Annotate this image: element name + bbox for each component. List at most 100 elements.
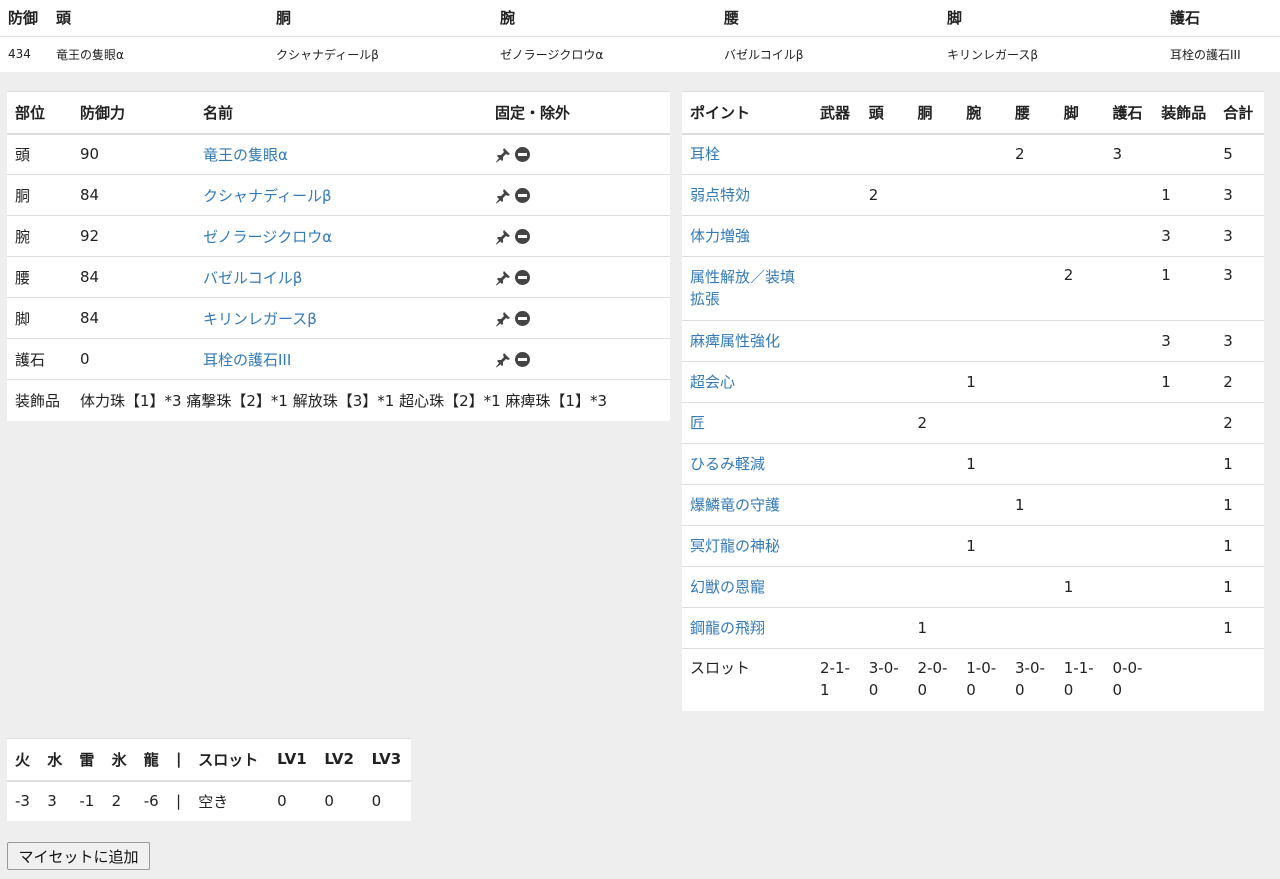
skill-point-cell [860, 566, 910, 608]
resistance-value-cell: -3 [15, 792, 30, 810]
equipment-defense: 92 [72, 215, 195, 257]
minus-circle-icon[interactable] [515, 229, 530, 244]
skill-point-cell [860, 525, 910, 567]
skill-point-cell: 1 [909, 607, 959, 649]
skill-point-cell [860, 443, 910, 485]
slot-cell: 1-1-0 [1055, 648, 1105, 711]
skill-point-cell: 1 [1215, 525, 1264, 567]
skill-name-link[interactable]: ひるみ軽減 [690, 455, 765, 473]
skill-name-cell: 属性解放／装填拡張 [682, 256, 812, 321]
skill-name-cell: 爆鱗竜の守護 [682, 484, 812, 526]
skill-name-link[interactable]: 超会心 [690, 373, 735, 391]
resistance-value-cell: 0 [324, 792, 334, 810]
skill-point-cell [1055, 361, 1105, 403]
skill-point-cell: 1 [958, 525, 1007, 567]
skill-point-cell [1104, 174, 1154, 216]
minus-circle-icon[interactable] [515, 147, 530, 163]
skill-point-cell [1104, 215, 1154, 257]
skill-name-link[interactable]: 冥灯龍の神秘 [690, 537, 780, 555]
resistance-value-cell: | [175, 792, 181, 810]
resistance-value-cell: 3 [47, 792, 57, 810]
minus-circle-icon[interactable] [515, 188, 530, 203]
add-to-myset-button[interactable]: マイセットに追加 [7, 842, 150, 870]
slot-cell: 3-0-0 [1007, 648, 1056, 711]
equipment-name-link[interactable]: ゼノラージクロウα [203, 228, 332, 246]
skill-point-cell: 5 [1215, 133, 1264, 175]
skill-point-cell [1153, 402, 1216, 444]
skill-point-cell [812, 133, 861, 175]
skill-name-link[interactable]: 弱点特効 [690, 186, 750, 204]
summary-leg: キリンレガースβ [947, 47, 1039, 62]
slot-label: スロット [682, 648, 812, 711]
resistance-value-cell: -1 [79, 792, 95, 810]
slot-cell [1153, 648, 1216, 711]
equipment-name-link[interactable]: 耳栓の護石III [203, 351, 291, 369]
equipment-name-link[interactable]: 竜王の隻眼α [203, 146, 288, 164]
pin-icon[interactable] [495, 311, 511, 327]
skill-point-cell [909, 443, 959, 485]
skill-point-cell: 2 [860, 174, 910, 216]
equipment-header-fix: 固定・除外 [487, 91, 670, 135]
skill-point-cell [909, 174, 959, 216]
equipment-name-link[interactable]: クシャナディールβ [203, 187, 332, 205]
skill-name-link[interactable]: 麻痺属性強化 [690, 332, 780, 350]
skill-point-cell [909, 525, 959, 567]
minus-circle-icon[interactable] [515, 270, 530, 285]
skill-point-cell [1007, 566, 1056, 608]
equipment-name-cell: ゼノラージクロウα [195, 215, 487, 257]
equipment-fix-cell [487, 297, 670, 339]
summary-header-head: 頭 [48, 0, 268, 37]
skill-name-link[interactable]: 匠 [690, 414, 705, 432]
pin-icon[interactable] [495, 229, 511, 245]
skill-row: 属性解放／装填拡張 2 1 3 [682, 256, 1264, 321]
pin-icon[interactable] [495, 188, 511, 204]
skill-point-cell: 3 [1215, 174, 1264, 216]
skill-point-cell [1104, 484, 1154, 526]
minus-circle-icon[interactable] [515, 311, 530, 326]
equipment-row: 腰 84 バゼルコイルβ [7, 256, 670, 298]
pin-icon[interactable] [495, 352, 511, 368]
skill-header-cell: 頭 [860, 91, 910, 135]
equipment-row: 護石 0 耳栓の護石III [7, 338, 670, 380]
equipment-row: 脚 84 キリンレガースβ [7, 297, 670, 339]
summary-header-leg: 脚 [939, 0, 1162, 37]
skill-point-cell [812, 443, 861, 485]
skill-header-cell: 腕 [958, 91, 1007, 135]
skill-point-cell [860, 133, 910, 175]
skill-name-link[interactable]: 爆鱗竜の守護 [690, 496, 780, 514]
equipment-name-cell: バゼルコイルβ [195, 256, 487, 298]
skill-point-cell: 1 [1215, 566, 1264, 608]
equipment-name-link[interactable]: キリンレガースβ [203, 310, 317, 328]
skill-row: 超会心 1 1 2 [682, 361, 1264, 403]
skill-name-link[interactable]: 鋼龍の飛翔 [690, 619, 765, 637]
skill-name-link[interactable]: 体力増強 [690, 227, 750, 245]
skill-header-cell: 合計 [1215, 91, 1264, 135]
skill-point-cell: 1 [1215, 484, 1264, 526]
skill-name-cell: 幻獣の恩寵 [682, 566, 812, 608]
summary-header-defense: 防御 [0, 0, 48, 37]
skill-point-cell: 1 [1215, 607, 1264, 649]
skill-point-cell [958, 256, 1007, 321]
skill-point-cell [1153, 133, 1216, 175]
minus-circle-icon[interactable] [515, 352, 530, 367]
skill-name-link[interactable]: 属性解放／装填拡張 [690, 268, 795, 308]
summary-body: クシャナディールβ [276, 47, 379, 62]
skill-name-cell: 麻痺属性強化 [682, 320, 812, 362]
equipment-defense: 90 [72, 133, 195, 175]
skill-name-link[interactable]: 耳栓 [690, 145, 720, 163]
equipment-row: 腕 92 ゼノラージクロウα [7, 215, 670, 257]
skill-point-cell: 2 [909, 402, 959, 444]
skill-name-cell: ひるみ軽減 [682, 443, 812, 485]
skill-header-cell: 腰 [1007, 91, 1056, 135]
pin-icon[interactable] [495, 147, 511, 163]
resistance-value-cell: 2 [111, 792, 122, 810]
skill-point-cell [909, 566, 959, 608]
summary-arm: ゼノラージクロウα [500, 47, 604, 62]
equipment-header-defense: 防御力 [72, 91, 195, 135]
resistance-header-cell: LV2 [316, 738, 364, 782]
skill-point-cell: 1 [958, 443, 1007, 485]
skill-point-cell [1055, 133, 1105, 175]
equipment-name-link[interactable]: バゼルコイルβ [203, 269, 302, 287]
skill-name-link[interactable]: 幻獣の恩寵 [690, 578, 765, 596]
pin-icon[interactable] [495, 270, 511, 286]
